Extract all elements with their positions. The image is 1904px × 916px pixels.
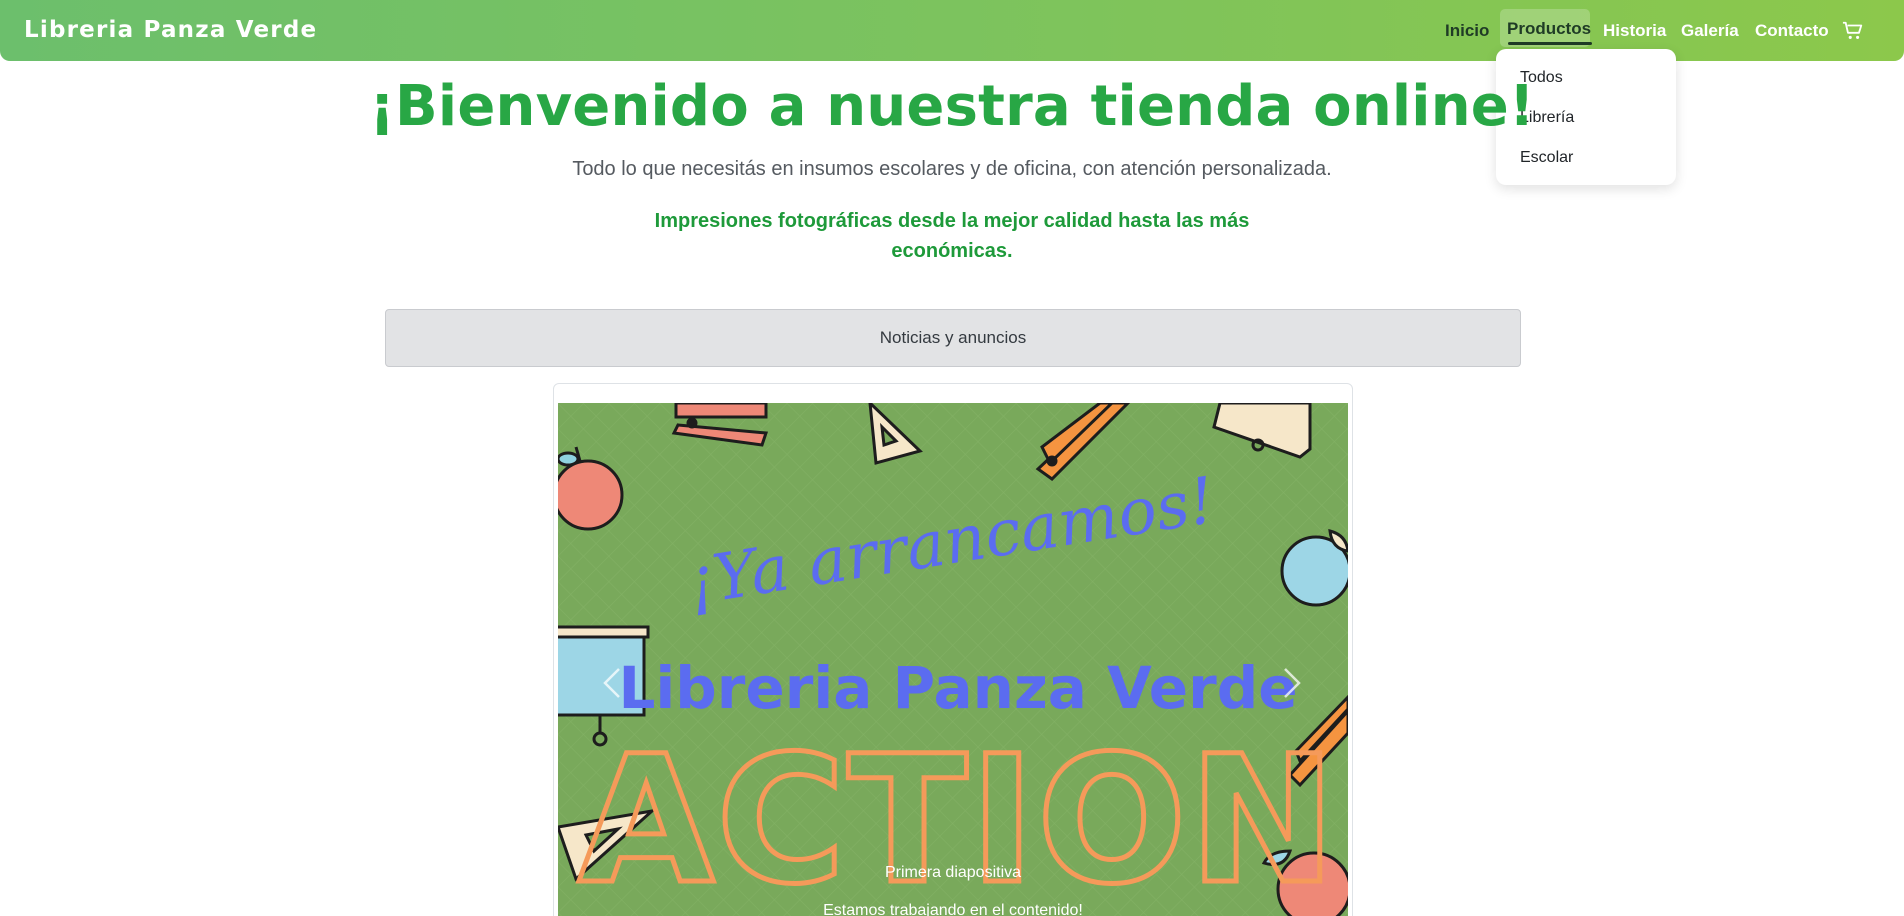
news-banner[interactable]: Noticias y anuncios [385,309,1521,367]
nav-item-historia[interactable]: Historia [1603,21,1666,41]
slide-brand-text: Libreria Panza Verde [618,654,1297,722]
carousel-caption-title: Primera diapositiva [884,864,1022,881]
hero-subtitle: Todo lo que necesitás en insumos escolar… [572,158,1332,180]
carousel-caption-text: Estamos trabajando en el contenido! [823,902,1083,916]
news-banner-label: Noticias y anuncios [879,328,1027,347]
chevron-left-icon [603,668,620,698]
hero-title: ¡Bienvenido a nuestra tienda online! [369,74,1535,139]
cart-icon[interactable] [1842,20,1864,42]
brand-logo[interactable]: Libreria Panza Verde [24,17,317,43]
nav-item-inicio[interactable]: Inicio [1445,21,1489,41]
carousel-prev-button[interactable] [592,650,632,716]
slide-big-word: ACTION [578,718,1338,916]
chevron-right-icon [1284,668,1301,698]
nav-active-underline [1508,42,1592,45]
hero-promo: Impresiones fotográficas desde la mejor … [654,210,1250,262]
carousel-slide-image: ¡Ya arrancamos! Libreria Panza Verde ACT… [558,403,1348,916]
nav-item-galeria[interactable]: Galería [1681,21,1739,41]
carousel-next-button[interactable] [1272,650,1312,716]
nav-item-contacto[interactable]: Contacto [1755,21,1829,41]
nav-item-productos[interactable]: Productos [1507,19,1591,39]
